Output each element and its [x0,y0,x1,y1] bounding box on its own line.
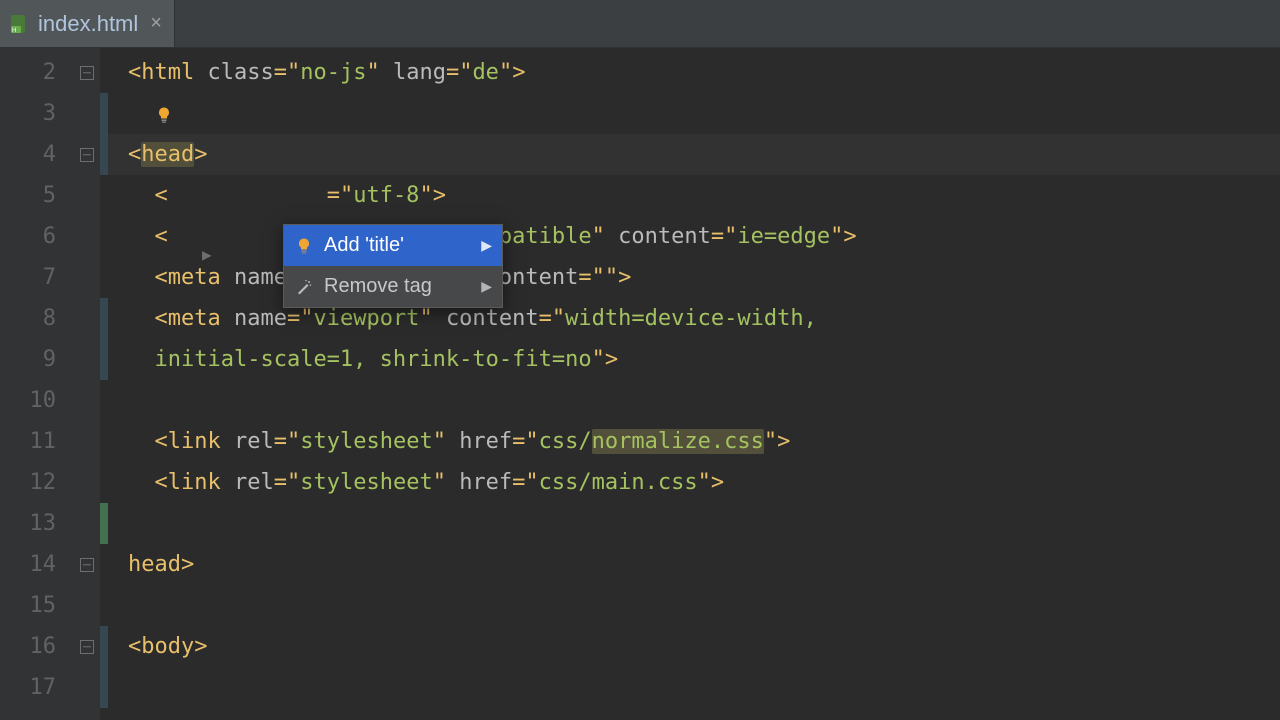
code-area[interactable]: Add 'title' ▶ Remove tag ▶ <html class="no-… [100,48,1280,720]
fold-toggle[interactable] [80,558,94,572]
gutter-row: 10 [0,380,100,421]
code-line[interactable]: <meta name="viewport" content="width=dev… [100,298,1280,339]
line-number: 10 [0,388,56,413]
fold-toggle[interactable] [80,640,94,654]
intention-menu: Add 'title' ▶ Remove tag ▶ [283,224,503,308]
gutter-row: 8 [0,298,100,339]
tab-bar: H index.html × [0,0,1280,48]
code-line[interactable]: <head> [100,134,1280,175]
chevron-right-icon: ▶ [481,278,492,295]
gutter-row: 17 [0,667,100,708]
gutter-row: 14 [0,544,100,585]
code-line[interactable]: <meta charset="utf-8"> [100,175,1280,216]
menu-label: Remove tag [324,275,471,298]
editor-tab[interactable]: H index.html × [0,0,175,47]
editor: 234567891011121314151617 Add 'title'▶Rem… [0,48,1280,720]
code-line[interactable] [100,585,1280,626]
change-marker [100,298,108,339]
line-number: 6 [0,224,56,249]
line-number: 7 [0,265,56,290]
gutter-row: 4 [0,134,100,175]
change-marker [100,339,108,380]
gutter-row: 7 [0,257,100,298]
gutter-row: 12 [0,462,100,503]
fold-toggle[interactable] [80,148,94,162]
code-line[interactable] [100,93,1280,134]
chevron-right-icon: ▶ [481,237,492,254]
change-marker [100,667,108,708]
code-line[interactable]: <html class="no-js" lang="de"> [100,52,1280,93]
menu-label: Add 'title' [324,234,471,257]
code-line[interactable]: <meta name="description" content=""> [100,257,1280,298]
code-line[interactable]: initial-scale=1, shrink-to-fit=no"> [100,339,1280,380]
menu-item-remove-tag[interactable]: Remove tag ▶ [284,266,502,307]
tab-filename: index.html [38,11,138,37]
play-icon[interactable]: ▶ [202,245,212,264]
change-marker [100,93,108,134]
code-line[interactable]: <meta http-equiv="x-ua-compatible" conte… [100,216,1280,257]
menu-item-add-title[interactable]: Add 'title' ▶ [284,225,502,266]
change-marker [100,503,108,544]
code-line[interactable] [100,667,1280,708]
fold-toggle[interactable] [80,66,94,80]
line-number: 12 [0,470,56,495]
line-number: 8 [0,306,56,331]
line-number: 2 [0,60,56,85]
change-marker [100,134,108,175]
gutter-row: 3 [0,93,100,134]
svg-text:H: H [12,28,16,34]
code-line[interactable]: <link rel="stylesheet" href="css/main.cs… [100,462,1280,503]
gutter-row: 6 [0,216,100,257]
line-number: 4 [0,142,56,167]
code-line[interactable] [100,503,1280,544]
gutter-row: 9 [0,339,100,380]
code-line[interactable]: <body> [100,626,1280,667]
code-line[interactable]: <link rel="stylesheet" href="css/normali… [100,421,1280,462]
line-number: 11 [0,429,56,454]
change-marker [100,626,108,667]
bulb-icon [294,236,314,256]
code-line[interactable] [100,380,1280,421]
gutter: 2 3 4 5 6 7 8 9 10 11 12 13 14 15 16 17 [0,48,100,720]
html-file-icon: H [8,13,30,35]
line-number: 14 [0,552,56,577]
gutter-row: 13 [0,503,100,544]
gutter-row: 11 [0,421,100,462]
line-number: 3 [0,101,56,126]
line-number: 9 [0,347,56,372]
gutter-row: 5 [0,175,100,216]
gutter-row: 2 [0,52,100,93]
wand-icon [294,277,314,297]
line-number: 15 [0,593,56,618]
bulb-icon[interactable] [155,105,173,123]
gutter-row: 15 [0,585,100,626]
code-line[interactable]: head> [100,544,1280,585]
line-number: 5 [0,183,56,208]
line-number: 17 [0,675,56,700]
gutter-row: 16 [0,626,100,667]
line-number: 16 [0,634,56,659]
line-number: 13 [0,511,56,536]
close-icon[interactable]: × [150,12,162,35]
